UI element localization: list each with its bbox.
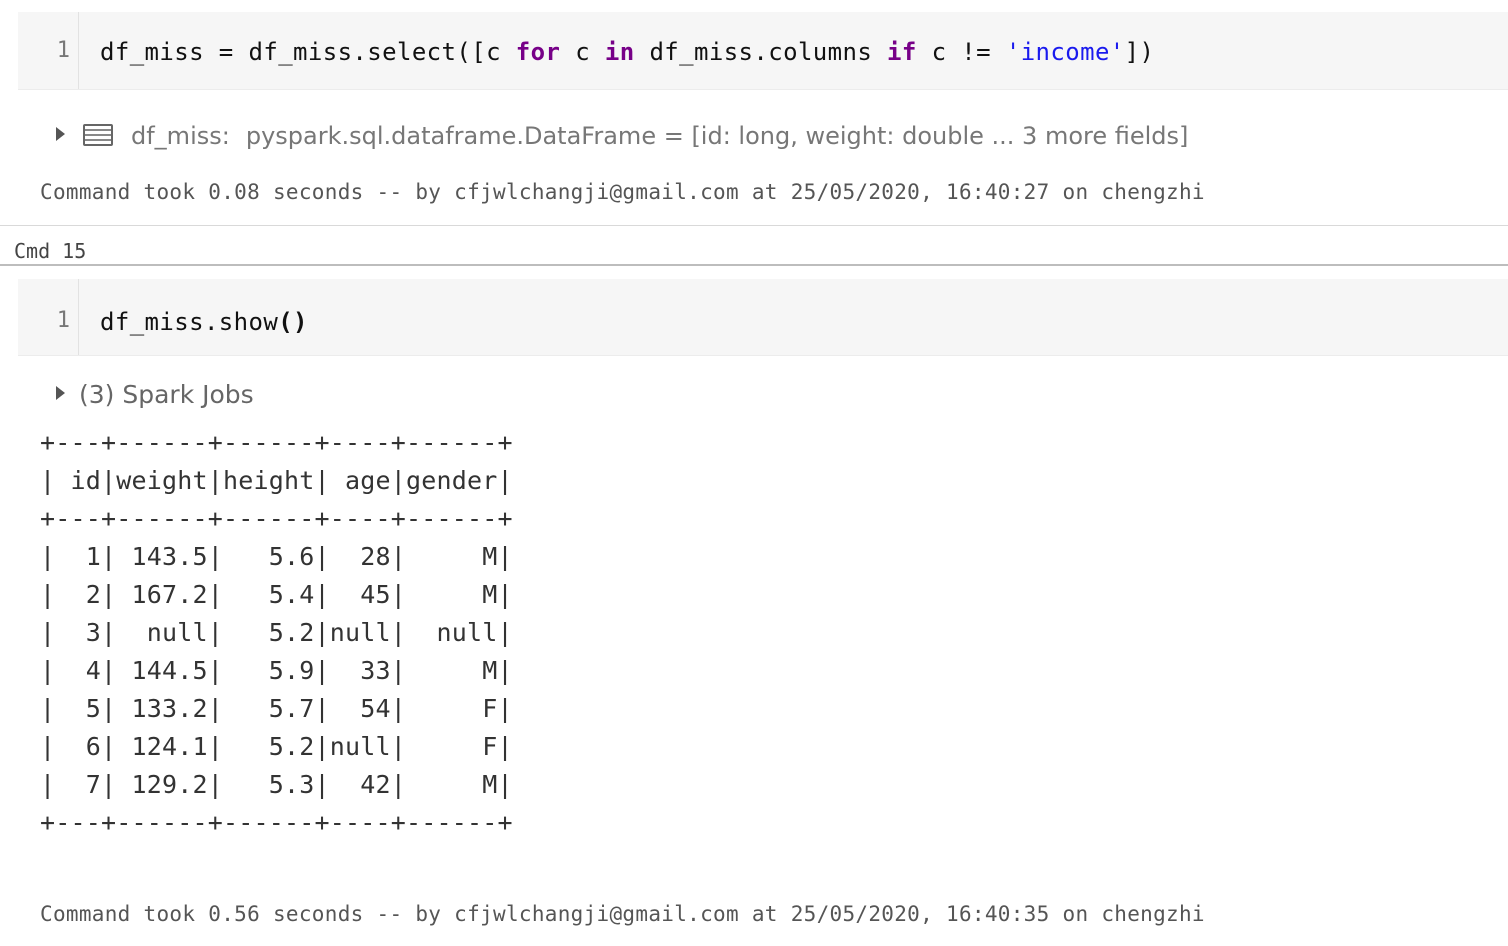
table-row: | 5| 133.2| 5.7| 54| F| [40, 694, 513, 723]
line-number: 1 [56, 38, 70, 63]
code-editor-cell-1[interactable]: 1 df_miss = df_miss.select([c for c in d… [18, 12, 1508, 90]
dataframe-table-icon [83, 124, 113, 146]
expand-triangle-icon[interactable] [56, 127, 65, 141]
notebook-cell-1: 1 df_miss = df_miss.select([c for c in d… [0, 0, 1508, 226]
dataframe-output: df_miss: pyspark.sql.dataframe.DataFrame … [56, 122, 1188, 150]
table-row: | 1| 143.5| 5.6| 28| M| [40, 542, 513, 571]
code-token: c [560, 38, 605, 66]
spark-jobs-toggle[interactable]: (3) Spark Jobs [56, 380, 254, 409]
dataframe-schema: pyspark.sql.dataframe.DataFrame = [id: l… [245, 122, 1189, 150]
code-editor-cell-2[interactable]: 1 df_miss.show() [18, 279, 1508, 356]
line-gutter: 1 [18, 12, 79, 89]
code-parens: () [278, 308, 308, 336]
code-token: if [887, 38, 917, 66]
code-token: in [604, 38, 635, 66]
line-number: 1 [56, 308, 70, 333]
expand-triangle-icon[interactable] [56, 386, 65, 400]
table-header: | id|weight|height| age|gender| [40, 466, 513, 495]
code-call: df_miss.show [100, 308, 279, 336]
table-row: | 7| 129.2| 5.3| 42| M| [40, 770, 513, 799]
show-output-table: +---+------+------+----+------+ | id|weig… [40, 424, 513, 842]
code-line[interactable]: df_miss.show() [100, 308, 308, 336]
code-token: df_miss = df_miss.select([c [100, 38, 516, 66]
cmd-label: Cmd 15 [14, 239, 87, 263]
dataframe-name: df_miss: [131, 122, 230, 150]
cell-divider [0, 225, 1508, 226]
table-row: | 6| 124.1| 5.2|null| F| [40, 732, 513, 761]
code-line[interactable]: df_miss = df_miss.select([c for c in df_… [100, 38, 1154, 66]
table-row: | 2| 167.2| 5.4| 45| M| [40, 580, 513, 609]
code-token: ]) [1124, 38, 1155, 66]
table-border: +---+------+------+----+------+ [40, 808, 513, 837]
command-took-status: Command took 0.56 seconds -- by cfjwlcha… [40, 902, 1205, 926]
table-border: +---+------+------+----+------+ [40, 428, 513, 457]
code-token: 'income' [1005, 38, 1125, 66]
code-token: for [515, 38, 561, 66]
code-token: c != [916, 38, 1006, 66]
cell-top-border [0, 264, 1508, 266]
command-took-status: Command took 0.08 seconds -- by cfjwlcha… [40, 180, 1205, 204]
spark-jobs-label: (3) Spark Jobs [79, 380, 254, 409]
code-token: df_miss.columns [634, 38, 888, 66]
line-gutter: 1 [18, 279, 79, 355]
table-row: | 4| 144.5| 5.9| 33| M| [40, 656, 513, 685]
table-row: | 3| null| 5.2|null| null| [40, 618, 513, 647]
table-border: +---+------+------+----+------+ [40, 504, 513, 533]
